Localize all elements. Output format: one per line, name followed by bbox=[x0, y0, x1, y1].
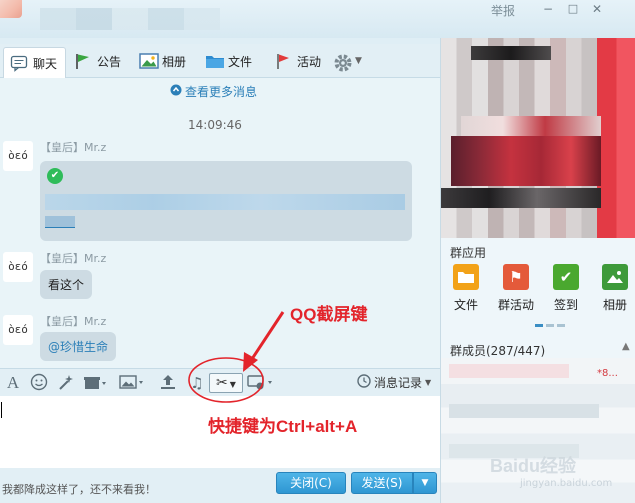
ad-text-link[interactable]: 我都降成这样了，还不来看我！ bbox=[2, 481, 156, 497]
right-panel: 群应用 文件 ⚑ 群活动 ✔ 签到 相册 群成员(287/447) ▲ *8..… bbox=[440, 38, 635, 503]
chat-icon bbox=[10, 54, 28, 72]
members-title: 群成员(287/447) bbox=[450, 344, 546, 358]
checkmark-icon: ✔ bbox=[553, 264, 579, 290]
folder-icon bbox=[205, 52, 224, 70]
upload-icon[interactable] bbox=[158, 373, 178, 393]
annotation-screenshot-key: QQ截屏键 bbox=[290, 305, 368, 324]
music-icon[interactable]: ♫ bbox=[187, 373, 207, 393]
screen-share-icon[interactable] bbox=[246, 373, 276, 393]
mention-bubble[interactable]: @珍惜生命 bbox=[40, 332, 117, 361]
emoji-icon[interactable] bbox=[29, 373, 49, 393]
tab-files[interactable]: 文件 bbox=[205, 47, 252, 75]
tab-album-label: 相册 bbox=[162, 54, 187, 69]
view-more-messages-label: 查看更多消息 bbox=[185, 85, 258, 99]
sender-name: 【皇后】Mr.z bbox=[40, 252, 107, 265]
list-item[interactable] bbox=[449, 364, 569, 378]
sender-name: 【皇后】Mr.z bbox=[40, 315, 107, 328]
tab-chat-label: 聊天 bbox=[33, 56, 58, 71]
flag-icon: ⚑ bbox=[503, 264, 529, 290]
apps-pager[interactable] bbox=[535, 324, 565, 327]
bottom-bar: 我都降成这样了，还不来看我！ 关闭(C) 发送(S) ▼ bbox=[0, 468, 440, 503]
app-album[interactable]: 相册 bbox=[591, 264, 635, 313]
send-options-dropdown[interactable]: ▼ bbox=[413, 472, 437, 494]
app-group-events[interactable]: ⚑ 群活动 bbox=[492, 264, 540, 313]
screenshot-button[interactable]: ✂ ▼ bbox=[209, 373, 243, 393]
message-timestamp: 14:09:46 bbox=[188, 118, 242, 132]
scissors-icon: ✂ bbox=[216, 375, 228, 391]
view-more-messages-link[interactable]: 查看更多消息 bbox=[170, 83, 257, 100]
maximize-icon[interactable]: □ bbox=[566, 2, 580, 16]
photo-icon bbox=[139, 52, 159, 70]
blurred-card-title bbox=[45, 194, 405, 210]
red-flag-icon bbox=[274, 52, 292, 70]
app-files-label: 文件 bbox=[453, 298, 478, 312]
message-bubble: 看这个 bbox=[40, 270, 93, 299]
app-group-events-label: 群活动 bbox=[497, 298, 534, 312]
chevron-down-icon: ▼ bbox=[421, 478, 429, 488]
sender-name: 【皇后】Mr.z bbox=[40, 141, 107, 154]
gear-icon bbox=[332, 52, 352, 72]
clock-icon bbox=[357, 374, 371, 391]
photo-icon bbox=[602, 264, 628, 290]
sender-avatar[interactable]: òεó bbox=[3, 315, 33, 345]
image-icon[interactable] bbox=[119, 373, 145, 393]
message-history-label: 消息记录 bbox=[374, 376, 423, 390]
tab-events[interactable]: 活动 bbox=[274, 47, 321, 75]
tab-chat[interactable]: 聊天 bbox=[3, 47, 67, 78]
tab-bar: 聊天 公告 相册 文件 活动 ▼ bbox=[0, 44, 440, 78]
baidu-watermark: Baidu经验 bbox=[490, 456, 577, 476]
tab-files-label: 文件 bbox=[228, 54, 253, 69]
app-album-label: 相册 bbox=[602, 298, 627, 312]
chat-history[interactable]: 查看更多消息 14:09:46 òεó 【皇后】Mr.z ✔ òεó 【皇后】M… bbox=[0, 78, 440, 368]
verified-icon: ✔ bbox=[47, 168, 63, 184]
blurred-group-banner bbox=[441, 38, 635, 238]
gift-icon[interactable] bbox=[83, 373, 107, 393]
font-icon[interactable]: A bbox=[3, 373, 23, 393]
arrow-up-circle-icon bbox=[170, 84, 182, 99]
magic-wand-icon[interactable] bbox=[56, 373, 76, 393]
sender-avatar[interactable]: òεó bbox=[3, 252, 33, 282]
minimize-icon[interactable]: − bbox=[541, 2, 555, 16]
folder-icon bbox=[453, 264, 479, 290]
baidu-watermark-url: jingyan.baidu.com bbox=[520, 478, 613, 489]
annotation-shortcut: 快捷键为Ctrl+alt+A bbox=[208, 417, 358, 436]
tab-events-label: 活动 bbox=[297, 54, 322, 69]
text-caret bbox=[1, 402, 2, 418]
blurred-card-link[interactable] bbox=[45, 216, 75, 228]
collapse-icon[interactable]: ▲ bbox=[622, 341, 630, 352]
input-toolbar: A ♫ ✂ ▼ 消息记录 ▼ bbox=[0, 368, 440, 396]
sender-avatar[interactable]: òεó bbox=[3, 141, 33, 171]
title-bar: 举报 − □ ✕ bbox=[0, 0, 635, 38]
tab-announcement-label: 公告 bbox=[97, 54, 122, 69]
message-history-button[interactable]: 消息记录 ▼ bbox=[357, 374, 431, 391]
app-files[interactable]: 文件 bbox=[442, 264, 490, 313]
tab-announcement[interactable]: 公告 bbox=[74, 47, 121, 75]
group-avatar[interactable] bbox=[0, 0, 22, 18]
group-apps-title: 群应用 bbox=[450, 246, 487, 260]
close-button[interactable]: 关闭(C) bbox=[276, 472, 346, 494]
app-checkin-label: 签到 bbox=[553, 298, 578, 312]
settings-menu[interactable]: ▼ bbox=[332, 47, 362, 75]
group-name-blurred bbox=[40, 8, 220, 30]
flag-icon bbox=[74, 52, 92, 70]
close-icon[interactable]: ✕ bbox=[590, 2, 604, 16]
chevron-down-icon: ▼ bbox=[425, 378, 432, 387]
list-item[interactable] bbox=[449, 404, 599, 418]
send-button[interactable]: 发送(S) bbox=[351, 472, 413, 494]
chevron-down-icon: ▼ bbox=[355, 56, 362, 66]
report-link[interactable]: 举报 bbox=[491, 2, 515, 19]
chevron-down-icon: ▼ bbox=[229, 380, 236, 389]
tab-album[interactable]: 相册 bbox=[139, 47, 186, 75]
shared-link-card[interactable]: ✔ bbox=[40, 161, 412, 241]
app-checkin[interactable]: ✔ 签到 bbox=[542, 264, 590, 313]
member-note: *8... bbox=[597, 368, 618, 379]
